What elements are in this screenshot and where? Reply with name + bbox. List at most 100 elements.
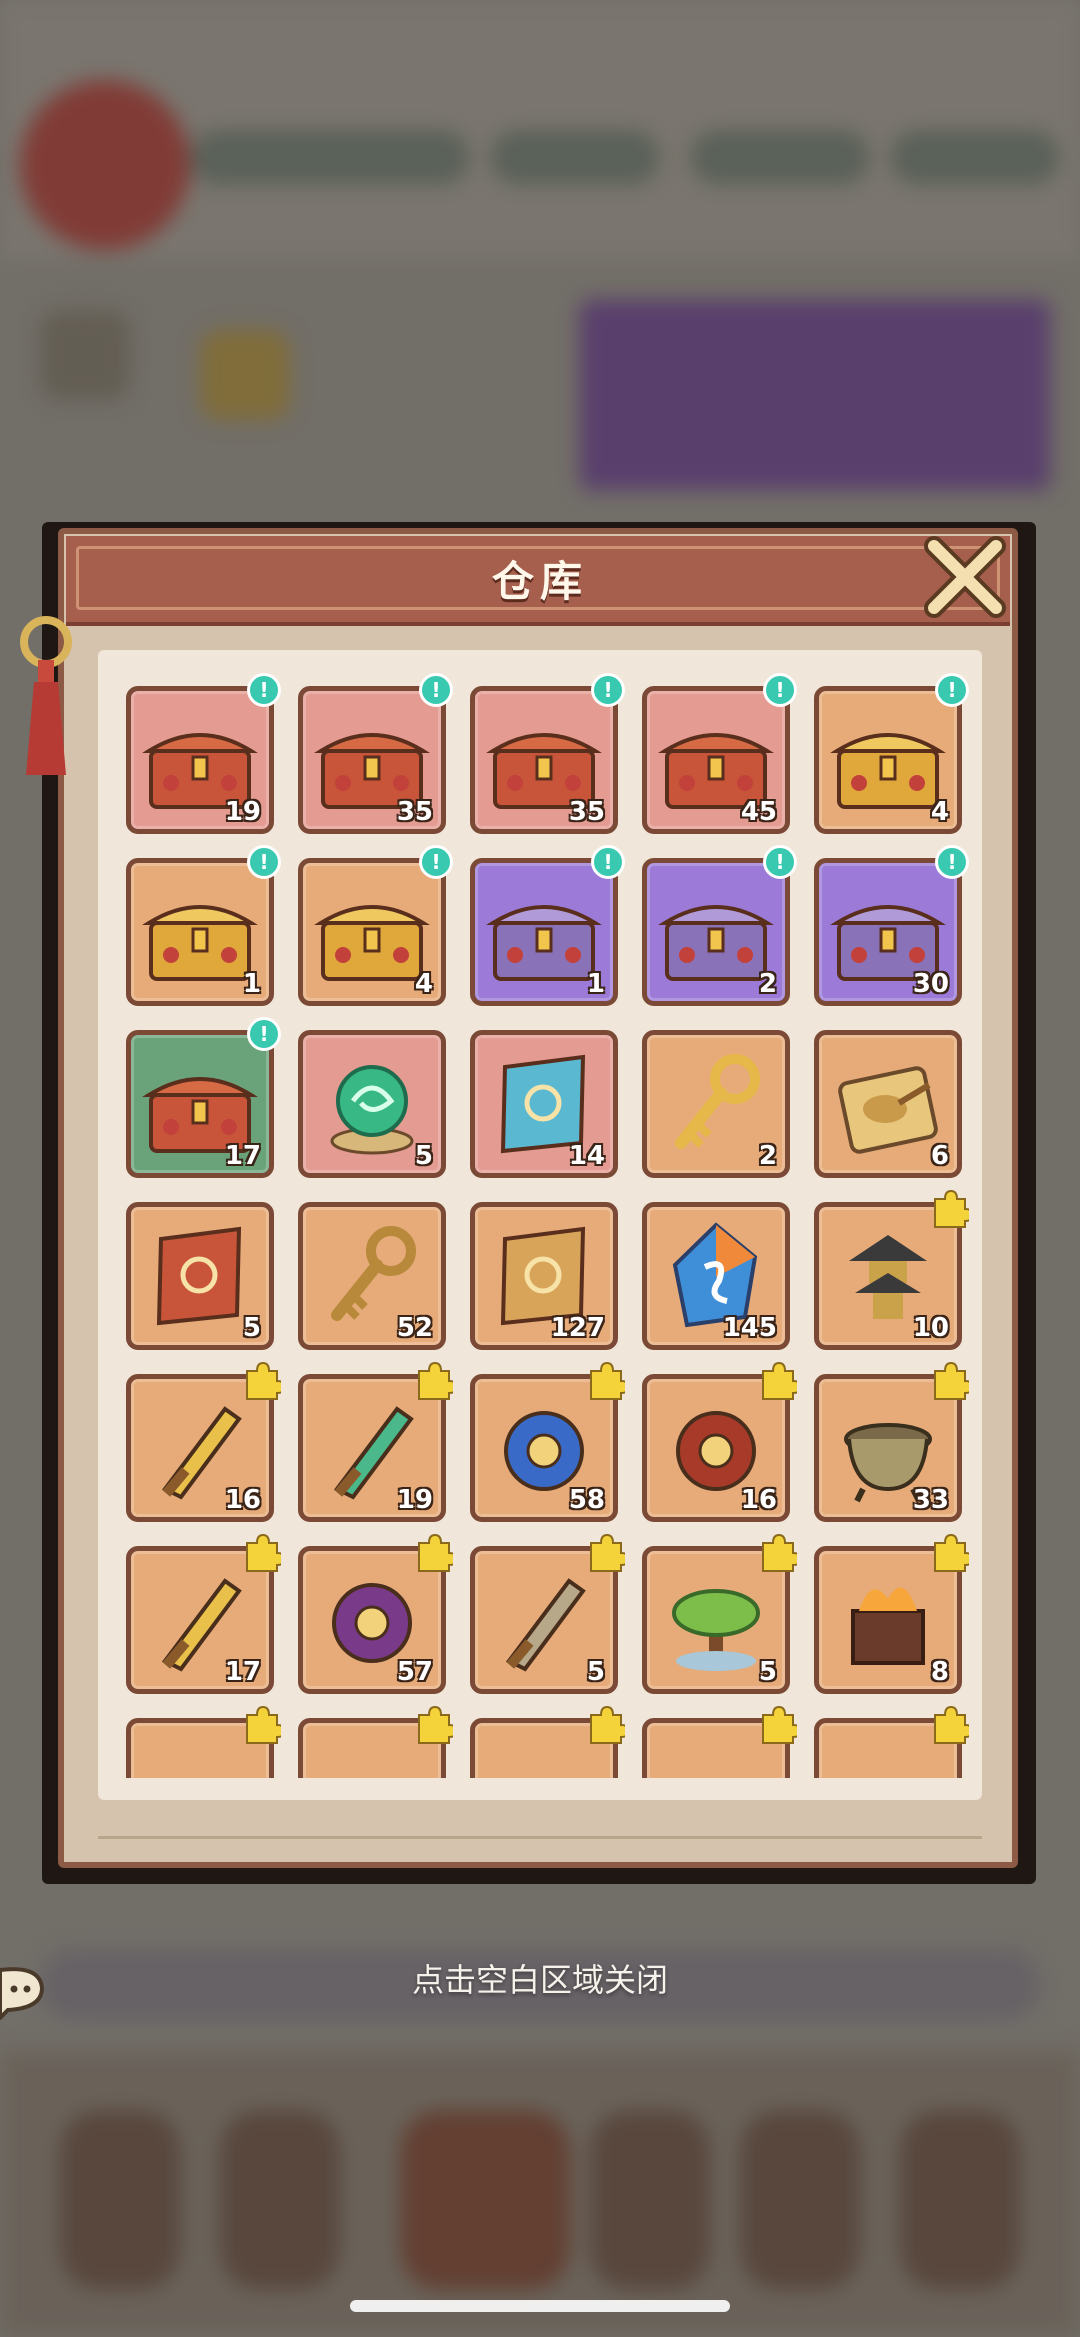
puzzle-piece-icon	[762, 1705, 797, 1744]
inventory-slot[interactable]: 33	[814, 1361, 969, 1522]
puzzle-piece-icon	[590, 1705, 625, 1744]
fire-brazier-icon	[851, 1587, 925, 1665]
chest-gold-dragon-icon	[830, 733, 946, 809]
item-count: 17	[224, 1657, 261, 1687]
inventory-slot[interactable]: 45!	[642, 673, 797, 834]
notification-badge-icon: !	[591, 845, 625, 879]
notification-badge-icon: !	[419, 845, 453, 879]
inventory-slot[interactable]: 5	[298, 1030, 446, 1178]
notification-badge-icon: !	[935, 673, 969, 707]
gold-key-swirl-icon	[675, 1054, 760, 1149]
inventory-slot[interactable]: 16	[642, 1361, 797, 1522]
puzzle-piece-icon	[934, 1189, 969, 1228]
notification-badge-icon: !	[763, 673, 797, 707]
puzzle-piece-icon	[418, 1361, 453, 1400]
inventory-slot[interactable]: 6	[814, 1030, 962, 1178]
inventory-slot[interactable]: 5	[642, 1533, 797, 1694]
inventory-slot[interactable]: 2!	[642, 845, 797, 1006]
puzzle-piece-icon	[590, 1533, 625, 1572]
inventory-slot[interactable]: 4!	[814, 673, 969, 834]
close-hint-text[interactable]: 点击空白区域关闭	[0, 1955, 1080, 2001]
inventory-slot[interactable]: 5	[470, 1533, 625, 1694]
inventory-slot[interactable]	[298, 1705, 453, 1778]
chest-gold-jade-icon	[142, 905, 258, 981]
home-indicator[interactable]	[350, 2300, 730, 2312]
inventory-slot[interactable]: 2	[642, 1030, 790, 1178]
puzzle-piece-icon	[934, 1361, 969, 1400]
inventory-slot[interactable]: 127	[470, 1202, 618, 1350]
chest-gold-eggs-icon	[314, 905, 430, 981]
notification-badge-icon: !	[935, 845, 969, 879]
item-count: 1	[586, 969, 605, 999]
red-scroll-icon	[156, 1226, 242, 1326]
crossed-halberds-icon	[505, 1578, 586, 1672]
inventory-slot[interactable]	[126, 1705, 281, 1778]
item-count: 6	[930, 1141, 949, 1171]
item-count: 5	[586, 1657, 605, 1687]
puzzle-piece-icon	[246, 1533, 281, 1572]
inventory-slot[interactable]	[470, 1705, 625, 1778]
inventory-slot[interactable]: 1!	[126, 845, 281, 1006]
item-count: 30	[912, 969, 949, 999]
inventory-slot[interactable]	[814, 1705, 969, 1778]
inventory-slot[interactable]: 35!	[298, 673, 453, 834]
inventory-grid: 19! 35! 35! 45! 4! 1! 4! 1! 2! 30! 17! 5…	[126, 673, 982, 1778]
item-count: 16	[224, 1485, 261, 1515]
tassel-ornament-icon	[20, 616, 72, 775]
puzzle-piece-icon	[934, 1533, 969, 1572]
close-icon[interactable]	[920, 532, 1010, 622]
item-count: 2	[758, 969, 777, 999]
puzzle-piece-icon	[418, 1533, 453, 1572]
inventory-slot[interactable]: 17!	[126, 1017, 281, 1178]
item-count: 17	[224, 1141, 261, 1171]
item-count: 5	[758, 1657, 777, 1687]
panel-title: 仓库	[491, 557, 588, 606]
item-count: 35	[396, 797, 433, 827]
inventory-slot[interactable]: 14	[470, 1030, 618, 1178]
item-count: 4	[414, 969, 433, 999]
puzzle-piece-icon	[934, 1705, 969, 1744]
item-count: 19	[224, 797, 261, 827]
puzzle-piece-icon	[418, 1705, 453, 1744]
notification-badge-icon: !	[247, 845, 281, 879]
item-count: 14	[568, 1141, 605, 1171]
inventory-slot[interactable]: 58	[470, 1361, 625, 1522]
inventory-slot[interactable]: 10	[814, 1189, 969, 1350]
puzzle-piece-icon	[590, 1361, 625, 1400]
inventory-scroll[interactable]: 19! 35! 35! 45! 4! 1! 4! 1! 2! 30! 17! 5…	[98, 672, 982, 1778]
notification-badge-icon: !	[247, 1017, 281, 1051]
item-count: 19	[396, 1485, 433, 1515]
inventory-slot[interactable]: 4!	[298, 845, 453, 1006]
inventory-slot[interactable]: 30!	[814, 845, 969, 1006]
inventory-slot[interactable]: 19!	[126, 673, 281, 834]
item-count: 16	[740, 1485, 777, 1515]
item-count: 145	[722, 1313, 777, 1343]
bonsai-tree-icon	[672, 1589, 760, 1671]
item-count: 2	[758, 1141, 777, 1171]
inventory-slot[interactable]: 52	[298, 1202, 446, 1350]
inventory-slot[interactable]: 35!	[470, 673, 625, 834]
inventory-slot[interactable]: 145	[642, 1202, 790, 1350]
green-orb-icon	[330, 1065, 414, 1155]
item-count: 5	[414, 1141, 433, 1171]
inventory-slot[interactable]	[642, 1705, 797, 1778]
notification-badge-icon: !	[247, 673, 281, 707]
inventory-slot[interactable]: 57	[298, 1533, 453, 1694]
inventory-slot[interactable]: 17	[126, 1533, 281, 1694]
inventory-slot[interactable]: 16	[126, 1361, 281, 1522]
item-count: 57	[396, 1657, 433, 1687]
inventory-slot[interactable]: 1!	[470, 845, 625, 1006]
item-count: 33	[912, 1485, 949, 1515]
item-count: 52	[396, 1313, 433, 1343]
inventory-slot[interactable]: 19	[298, 1361, 453, 1522]
panel-footer	[98, 1800, 982, 1839]
puzzle-piece-icon	[762, 1361, 797, 1400]
notification-badge-icon: !	[763, 845, 797, 879]
notification-badge-icon: !	[591, 673, 625, 707]
item-count: 10	[912, 1313, 949, 1343]
item-count: 1	[242, 969, 261, 999]
spoon-plate-icon	[838, 1066, 938, 1154]
inventory-slot[interactable]: 5	[126, 1202, 274, 1350]
inventory-slot[interactable]: 8	[814, 1533, 969, 1694]
chest-purple-gems-icon	[658, 905, 774, 981]
